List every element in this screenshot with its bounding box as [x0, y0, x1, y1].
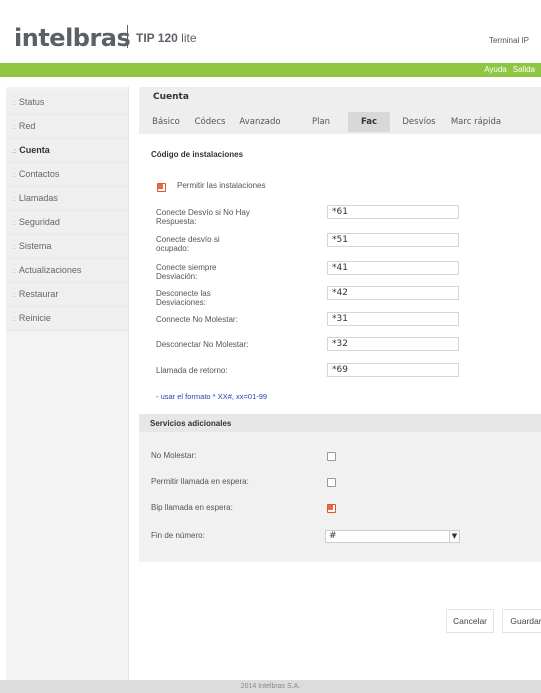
sidebar-item-label: Actualizaciones: [18, 265, 82, 275]
sidebar-item-actualizaciones[interactable]: .: Actualizaciones: [6, 259, 128, 283]
sidebar-item-status[interactable]: .: Status: [6, 91, 128, 115]
main-header: Cuenta Básico Códecs Avanzado Plan Fac D…: [139, 87, 541, 134]
code-label-callback: Llamada de retorno:: [156, 366, 228, 375]
additional-services-title: Servicios adicionales: [150, 419, 232, 428]
sidebar-item-label: Restaurar: [18, 289, 59, 299]
bullet-icon: .:: [12, 172, 16, 179]
code-input-callback[interactable]: *69: [327, 363, 459, 377]
sidebar-item-llamadas[interactable]: .: Llamadas: [6, 187, 128, 211]
main-panel: Cuenta Básico Códecs Avanzado Plan Fac D…: [139, 87, 541, 680]
device-type: Terminal IP: [488, 36, 529, 45]
allow-facilities-label: Permitir las instalaciones: [177, 181, 266, 190]
code-input-dnd-on[interactable]: *31: [327, 312, 459, 326]
code-label-no-answer: Conecte Desvío si No Hay Respuesta:: [156, 208, 250, 226]
code-input-disable-forward[interactable]: *42: [327, 286, 459, 300]
sidebar-item-label: Contactos: [18, 169, 60, 179]
logout-link[interactable]: Salida: [513, 65, 535, 74]
sidebar-item-label: Red: [18, 121, 36, 131]
page-title: Cuenta: [153, 92, 189, 102]
end-of-number-label: Fin de número:: [151, 531, 205, 540]
sidebar-item-restaurar[interactable]: .: Restaurar: [6, 283, 128, 307]
tab-plan[interactable]: Plan: [306, 112, 336, 132]
sidebar-item-sistema[interactable]: .: Sistema: [6, 235, 128, 259]
bullet-icon: .:: [12, 196, 16, 203]
code-label-disable-forward: Desconecte las Desviaciones:: [156, 289, 211, 307]
bullet-icon: .:: [12, 220, 16, 227]
help-link[interactable]: Ayuda: [484, 65, 507, 74]
tab-desvios[interactable]: Desvíos: [398, 112, 440, 132]
product-model: TIP 120: [136, 31, 178, 45]
tab-basico[interactable]: Básico: [148, 112, 184, 132]
bullet-icon: .:: [12, 124, 16, 131]
intelbras-logo: intelbras: [14, 24, 131, 52]
code-input-busy[interactable]: *51: [327, 233, 459, 247]
code-label-dnd-off: Desconectar No Molestar:: [156, 340, 249, 349]
code-input-always[interactable]: *41: [327, 261, 459, 275]
format-hint: - usar el formato * XX#, xx=01-99: [156, 392, 268, 401]
call-waiting-beep-checkbox[interactable]: [327, 504, 336, 513]
top-links: Ayuda Salida: [478, 65, 535, 74]
sidebar-nav: .: Status .: Red .: Cuenta .: Contactos .: Ll…: [6, 91, 128, 331]
sidebar-item-label: Sistema: [18, 241, 52, 251]
bullet-icon: .:: [12, 244, 16, 251]
code-label-busy: Conecte desvío si ocupado:: [156, 235, 220, 253]
call-waiting-label: Permitir llamada en espera:: [151, 477, 249, 486]
product-name: TIP 120 lite: [136, 31, 197, 45]
sidebar-item-reinicie[interactable]: .: Reinicie: [6, 307, 128, 331]
code-label-always: Conecte siempre Desviación:: [156, 263, 217, 281]
tab-marc-rapida[interactable]: Marc rápida: [444, 112, 508, 132]
dnd-label: No Molestar:: [151, 451, 197, 460]
sidebar-item-seguridad[interactable]: .: Seguridad: [6, 211, 128, 235]
end-of-number-select[interactable]: # ▼: [325, 530, 460, 543]
product-variant: lite: [177, 31, 197, 45]
dnd-checkbox[interactable]: [327, 452, 336, 461]
footer: 2014 Intelbras S.A.: [0, 680, 541, 693]
allow-facilities-checkbox[interactable]: [157, 183, 166, 192]
sidebar-item-label: Llamadas: [18, 193, 58, 203]
sidebar-item-label: Reinicie: [18, 313, 51, 323]
save-button[interactable]: Guardar: [502, 609, 541, 633]
header: intelbras TIP 120 lite Terminal IP: [0, 0, 541, 63]
sidebar-item-cuenta[interactable]: .: Cuenta: [6, 139, 128, 163]
sidebar-item-label: Seguridad: [18, 217, 60, 227]
bullet-icon: .:: [12, 100, 16, 107]
section-title: Código de instalaciones: [151, 150, 244, 159]
sidebar-item-label: Status: [18, 97, 45, 107]
code-input-no-answer[interactable]: *61: [327, 205, 459, 219]
top-bar: [0, 63, 541, 77]
sidebar-item-label: Cuenta: [19, 145, 50, 155]
end-of-number-value: #: [329, 531, 337, 541]
dropdown-arrow-icon[interactable]: ▼: [449, 531, 459, 542]
additional-services-header: Servicios adicionales: [139, 414, 541, 432]
bullet-icon: .:: [12, 268, 16, 275]
bullet-icon: .:: [12, 292, 16, 299]
call-waiting-beep-label: Bip llamada en espera:: [151, 503, 233, 512]
sidebar-item-contactos[interactable]: .: Contactos: [6, 163, 128, 187]
code-input-dnd-off[interactable]: *32: [327, 337, 459, 351]
cancel-button[interactable]: Cancelar: [446, 609, 494, 633]
code-label-dnd-on: Connecte No Molestar:: [156, 315, 238, 324]
sidebar-item-red[interactable]: .: Red: [6, 115, 128, 139]
additional-services-section: Servicios adicionales No Molestar: Permi…: [139, 414, 541, 562]
tab-codecs[interactable]: Códecs: [190, 112, 230, 132]
tab-fac[interactable]: Fac: [348, 112, 390, 132]
tab-avanzado[interactable]: Avanzado: [234, 112, 286, 132]
logo-separator: [127, 25, 128, 48]
bullet-icon: .:: [12, 316, 16, 323]
call-waiting-checkbox[interactable]: [327, 478, 336, 487]
bullet-icon: .:: [12, 148, 17, 155]
